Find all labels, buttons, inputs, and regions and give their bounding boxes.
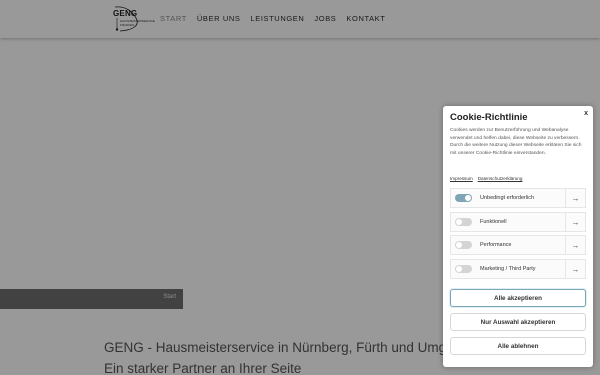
cookie-description: Cookies werden zur Benutzerführung und W… — [450, 128, 582, 156]
cookie-option-functional: Funktionell → — [450, 212, 586, 232]
arrow-right-icon[interactable]: → — [565, 260, 585, 278]
toggle-knob — [465, 195, 471, 201]
option-label-performance: Performance — [480, 241, 512, 248]
toggle-performance[interactable] — [455, 241, 472, 249]
toggle-marketing[interactable] — [455, 265, 472, 273]
toggle-knob — [456, 266, 462, 272]
privacy-link[interactable]: Datenschutzerklärung — [478, 176, 523, 181]
cookie-option-necessary: Unbedingt erforderlich → — [450, 188, 586, 208]
toggle-knob — [456, 242, 462, 248]
accept-all-button[interactable]: Alle akzeptieren — [450, 289, 586, 307]
close-button[interactable]: x — [584, 110, 588, 117]
arrow-right-icon[interactable]: → — [565, 236, 585, 254]
arrow-right-icon[interactable]: → — [565, 189, 585, 207]
cookie-option-performance: Performance → — [450, 235, 586, 255]
cookie-links: Impressum Datenschutzerklärung — [450, 176, 522, 181]
imprint-link[interactable]: Impressum — [450, 176, 473, 181]
cookie-option-marketing: Marketing / Third Party → — [450, 259, 586, 279]
toggle-necessary[interactable] — [455, 194, 472, 202]
option-label-functional: Funktionell — [480, 218, 507, 225]
toggle-functional[interactable] — [455, 218, 472, 226]
toggle-knob — [456, 219, 462, 225]
cookie-dialog-title: Cookie-Richtlinie — [450, 112, 528, 123]
reject-all-button[interactable]: Alle ablehnen — [450, 337, 586, 355]
option-label-necessary: Unbedingt erforderlich — [480, 194, 535, 201]
option-label-marketing: Marketing / Third Party — [480, 265, 536, 272]
arrow-right-icon[interactable]: → — [565, 213, 585, 231]
cookie-consent-dialog: Cookie-Richtlinie x Cookies werden zur B… — [443, 106, 593, 367]
accept-selection-button[interactable]: Nur Auswahl akzeptieren — [450, 313, 586, 331]
